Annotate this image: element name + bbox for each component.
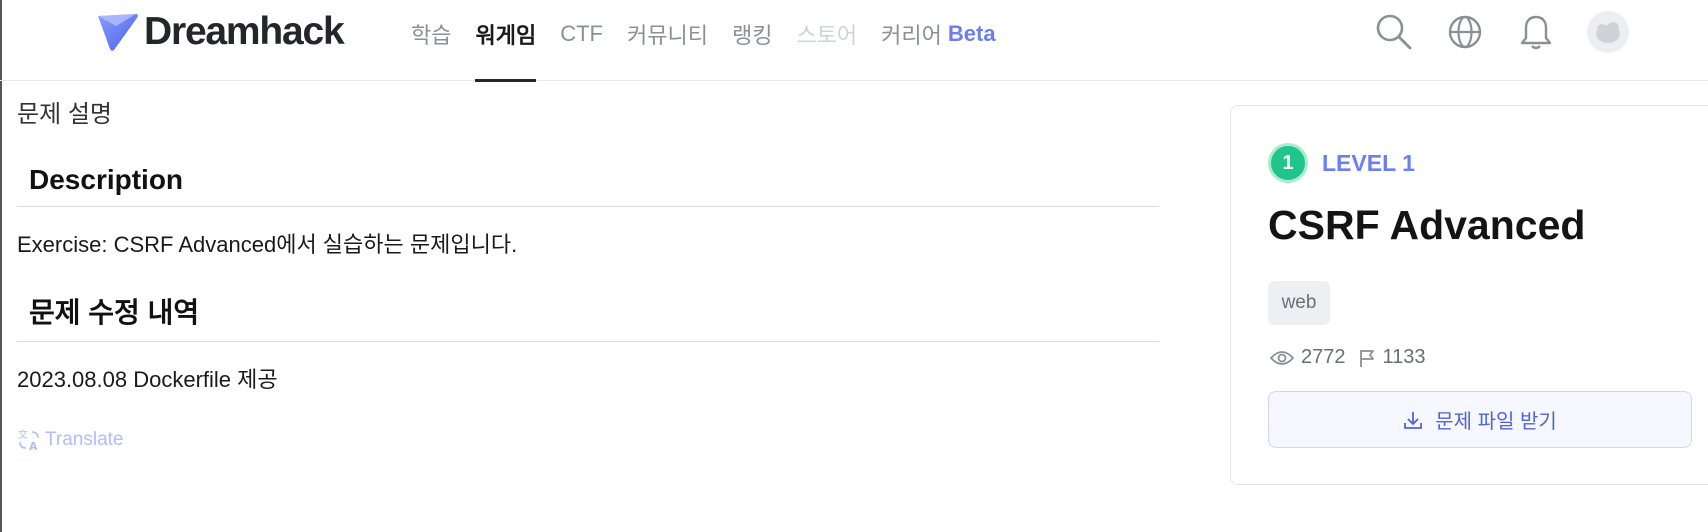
globe-icon — [1448, 15, 1482, 49]
level-label: LEVEL 1 — [1322, 149, 1415, 176]
download-files-button[interactable]: 문제 파일 받기 — [1268, 391, 1692, 448]
nav-item-ranking[interactable]: 랭킹 — [732, 0, 772, 81]
search-icon — [1376, 14, 1412, 50]
nav-label: 워게임 — [475, 22, 537, 48]
nav-label: 스토어 — [796, 22, 858, 48]
changelog-text: 2023.08.08 Dockerfile 제공 — [17, 367, 278, 392]
nav-label: 커리어 — [881, 22, 942, 48]
dreamhack-logo[interactable]: Dreamhack — [96, 10, 345, 53]
download-label: 문제 파일 받기 — [1435, 411, 1557, 433]
nav-label: 학습 — [411, 22, 452, 48]
tag-web[interactable]: web — [1268, 281, 1330, 325]
eye-icon — [1270, 350, 1294, 365]
top-header: Dreamhack 학습 워게임 CTF 커뮤니티 랭킹 스토어 커리어 Bet… — [0, 0, 1708, 82]
language-button[interactable] — [1445, 12, 1485, 52]
nav-label: 랭킹 — [731, 22, 773, 48]
search-button[interactable] — [1374, 12, 1414, 52]
description-heading: Description — [17, 164, 1159, 207]
view-count: 2772 — [1301, 346, 1346, 368]
nav-item-wargame[interactable]: 워게임 — [475, 0, 537, 82]
svg-text:A: A — [29, 440, 38, 452]
challenge-info-card: 1 LEVEL 1 CSRF Advanced web 2772 1133 문제… — [1230, 105, 1708, 485]
nav-item-learn[interactable]: 학습 — [411, 0, 451, 81]
translate-button[interactable]: 文 A Translate — [17, 428, 1159, 452]
level-indicator: 1 LEVEL 1 — [1268, 143, 1415, 183]
avatar-icon — [1596, 22, 1620, 43]
nav-item-ctf[interactable]: CTF — [560, 0, 603, 81]
translate-icon: 文 A — [18, 428, 39, 452]
bell-icon — [1520, 15, 1552, 50]
svg-text:文: 文 — [18, 428, 28, 441]
nav-label: 커뮤니티 — [626, 22, 708, 48]
solve-count: 1133 — [1382, 346, 1426, 368]
section-title: 문제 설명 — [17, 101, 112, 128]
notifications-button[interactable] — [1516, 12, 1556, 52]
download-icon — [1404, 411, 1423, 429]
logo-mark-icon — [98, 14, 138, 51]
nav-item-career[interactable]: 커리어 Beta — [881, 0, 995, 81]
challenge-title: CSRF Advanced — [1268, 202, 1586, 248]
challenge-stats: 2772 1133 — [1270, 346, 1438, 369]
avatar[interactable] — [1587, 11, 1629, 53]
header-actions — [1374, 11, 1629, 53]
changelog-heading: 문제 수정 내역 — [17, 291, 1159, 342]
challenge-description: 문제 설명 Description Exercise: CSRF Advance… — [17, 100, 1159, 452]
nav-item-store[interactable]: 스토어 — [796, 0, 857, 81]
flag-icon — [1359, 349, 1374, 367]
nav-label: CTF — [560, 20, 603, 46]
level-badge: 1 — [1268, 143, 1308, 183]
beta-badge: Beta — [947, 20, 996, 46]
main-nav: 학습 워게임 CTF 커뮤니티 랭킹 스토어 커리어 Beta — [411, 0, 1020, 82]
logo-text: Dreamhack — [144, 10, 345, 53]
nav-item-community[interactable]: 커뮤니티 — [627, 0, 708, 81]
translate-label: Translate — [45, 429, 124, 450]
description-text: Exercise: CSRF Advanced에서 실습하는 문제입니다. — [17, 232, 518, 257]
